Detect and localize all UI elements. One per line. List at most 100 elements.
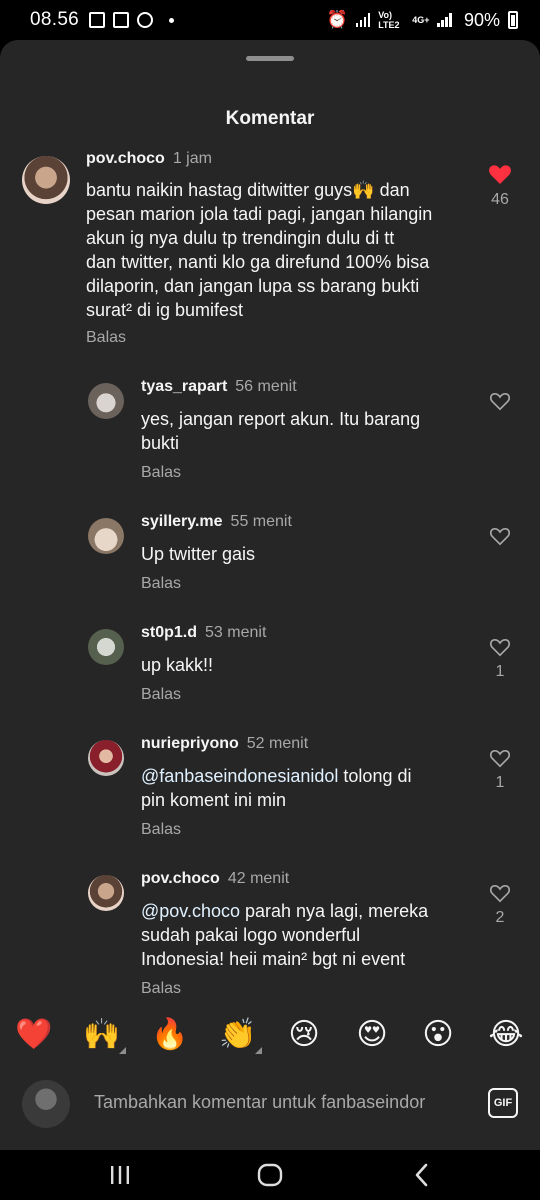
status-time: 08.56	[30, 9, 80, 30]
comment-time: 52 menit	[246, 735, 309, 752]
avatar[interactable]	[22, 156, 70, 204]
comment-username[interactable]: syillery.me	[141, 513, 223, 530]
skin-tone-indicator-icon	[119, 1047, 126, 1054]
emoji-laughing-button[interactable]: 😂	[486, 1012, 526, 1058]
reply-button[interactable]: Balas	[141, 980, 181, 998]
home-button[interactable]	[240, 1158, 300, 1192]
emoji-clapping-button[interactable]: 👏	[218, 1012, 262, 1058]
comment-text-line: dan twitter, nanti klo ga direfund 100% …	[86, 252, 430, 272]
heart-outline-icon[interactable]	[489, 883, 511, 903]
emoji-surprised-button[interactable]: 😮	[418, 1012, 458, 1058]
emoji-raising-hands-label: 🙌	[83, 1017, 121, 1052]
comment-text: @pov.choco parah nya lagi, mereka sudah …	[141, 899, 471, 971]
status-bar: 08.56 ⏰ Vo) LTE2 4G+ 90%	[0, 0, 540, 40]
comment-text-line: yes, jangan report akun. Itu barang	[141, 409, 421, 429]
reply-button[interactable]: Balas	[141, 464, 181, 482]
more-notifications-icon	[169, 17, 175, 23]
network-label: Vo) LTE2	[378, 10, 400, 30]
signal-icon	[355, 13, 371, 27]
avatar[interactable]	[88, 383, 124, 419]
heart-filled-icon[interactable]	[488, 163, 512, 185]
back-icon	[415, 1163, 428, 1187]
mention-link[interactable]: @pov.choco	[141, 901, 240, 921]
sheet-title: Komentar	[225, 108, 315, 129]
battery-icon	[508, 11, 518, 29]
comment-text-line: Indonesia! heii main² bgt ni event	[141, 949, 406, 969]
comment-text: up kakk!!	[141, 653, 471, 677]
comment-text-line: dilaporin, dan jangan lupa ss barang buk…	[86, 276, 420, 296]
emoji-heart-button[interactable]: ❤️	[14, 1012, 54, 1058]
like-count: 1	[495, 663, 505, 680]
current-user-avatar	[22, 1080, 70, 1128]
comment-meta: pov.choco 42 menit	[141, 870, 289, 888]
system-icons: ⏰ Vo) LTE2 4G+ 90%	[327, 10, 518, 31]
avatar[interactable]	[88, 875, 124, 911]
network-type: 4G+	[412, 15, 430, 25]
comment-username[interactable]: tyas_rapart	[141, 378, 227, 395]
comment-text-line: parah nya lagi, mereka	[240, 901, 429, 921]
comment-username[interactable]: nuriepriyono	[141, 735, 239, 752]
back-button[interactable]	[392, 1158, 452, 1192]
chat-icon	[137, 12, 154, 28]
comment-meta: pov.choco 1 jam	[86, 150, 212, 168]
emoji-heart-eyes-button[interactable]: 😍	[352, 1012, 392, 1058]
comment-text-line: tolong di	[338, 766, 412, 786]
comment-time: 56 menit	[235, 378, 297, 395]
avatar[interactable]	[88, 629, 124, 665]
comment-meta: st0p1.d 53 menit	[141, 624, 266, 642]
avatar[interactable]	[88, 740, 124, 776]
comment-text-line: bukti	[141, 433, 180, 453]
heart-outline-icon[interactable]	[489, 637, 511, 657]
home-icon	[257, 1163, 283, 1187]
recent-apps-button[interactable]	[90, 1158, 150, 1192]
comment-text-line: sudah pakai logo wonderful	[141, 925, 361, 945]
avatar[interactable]	[88, 518, 124, 554]
gif-button[interactable]: GIF	[488, 1088, 518, 1118]
emoji-raising-hands-button[interactable]: 🙌	[82, 1012, 126, 1058]
comment-text-line: pesan marion jola tadi pagi, jangan hila…	[86, 204, 433, 224]
heart-outline-icon[interactable]	[489, 526, 511, 546]
battery-percent: 90%	[463, 9, 500, 30]
comment-text-line: akun ig nya dulu tp trendingin dulu di t…	[86, 228, 395, 248]
comment-time: 42 menit	[227, 870, 290, 887]
like-control[interactable]: 46	[486, 163, 514, 209]
heart-outline-icon[interactable]	[489, 748, 511, 768]
comment-text: bantu naikin hastag ditwitter guys🙌 dan …	[86, 178, 466, 322]
comment-username[interactable]: pov.choco	[141, 870, 220, 887]
comments-sheet: Komentar pov.choco 1 jam bantu naikin has…	[0, 40, 540, 1150]
calendar-icon	[113, 12, 130, 28]
skin-tone-indicator-icon	[255, 1047, 262, 1054]
comment-meta: tyas_rapart 56 menit	[141, 378, 297, 396]
comment-text-line: bantu naikin hastag ditwitter guys🙌 dan	[86, 180, 410, 200]
reply-button[interactable]: Balas	[86, 329, 126, 347]
alarm-icon: ⏰	[326, 10, 348, 29]
like-control[interactable]: 1	[486, 748, 514, 792]
comment-time: 53 menit	[205, 624, 267, 641]
comment-text-line: up kakk!!	[141, 655, 214, 675]
like-control[interactable]: 1	[486, 637, 514, 681]
like-control[interactable]	[486, 391, 514, 417]
reply-button[interactable]: Balas	[141, 686, 181, 704]
signal-icon-2	[437, 13, 452, 27]
system-nav-bar	[0, 1150, 540, 1200]
comment-text: yes, jangan report akun. Itu barang bukt…	[141, 407, 471, 455]
comment-input-bar: Tambahkan komentar untuk fanbaseindor GI…	[0, 1070, 540, 1138]
like-control[interactable]: 2	[486, 883, 514, 927]
comment-text-line: pin koment ini min	[141, 790, 287, 810]
heart-outline-icon[interactable]	[489, 391, 511, 411]
emoji-crying-button[interactable]: 😢	[284, 1012, 324, 1058]
comment-time: 1 jam	[172, 150, 212, 167]
sheet-drag-handle[interactable]	[246, 56, 294, 61]
like-control[interactable]	[486, 526, 514, 552]
like-count: 2	[495, 909, 505, 926]
comment-username[interactable]: st0p1.d	[141, 624, 197, 641]
comment-username[interactable]: pov.choco	[86, 150, 165, 167]
notification-icons	[89, 12, 175, 28]
reply-button[interactable]: Balas	[141, 821, 181, 839]
emoji-quick-bar: ❤️ 🙌 🔥 👏 😢 😍 😮 😂	[0, 1012, 540, 1058]
emoji-clapping-label: 👏	[219, 1017, 257, 1052]
emoji-fire-button[interactable]: 🔥	[150, 1012, 190, 1058]
reply-button[interactable]: Balas	[141, 575, 181, 593]
comment-input[interactable]: Tambahkan komentar untuk fanbaseindor	[94, 1092, 425, 1113]
mention-link[interactable]: @fanbaseindonesianidol	[141, 766, 338, 786]
